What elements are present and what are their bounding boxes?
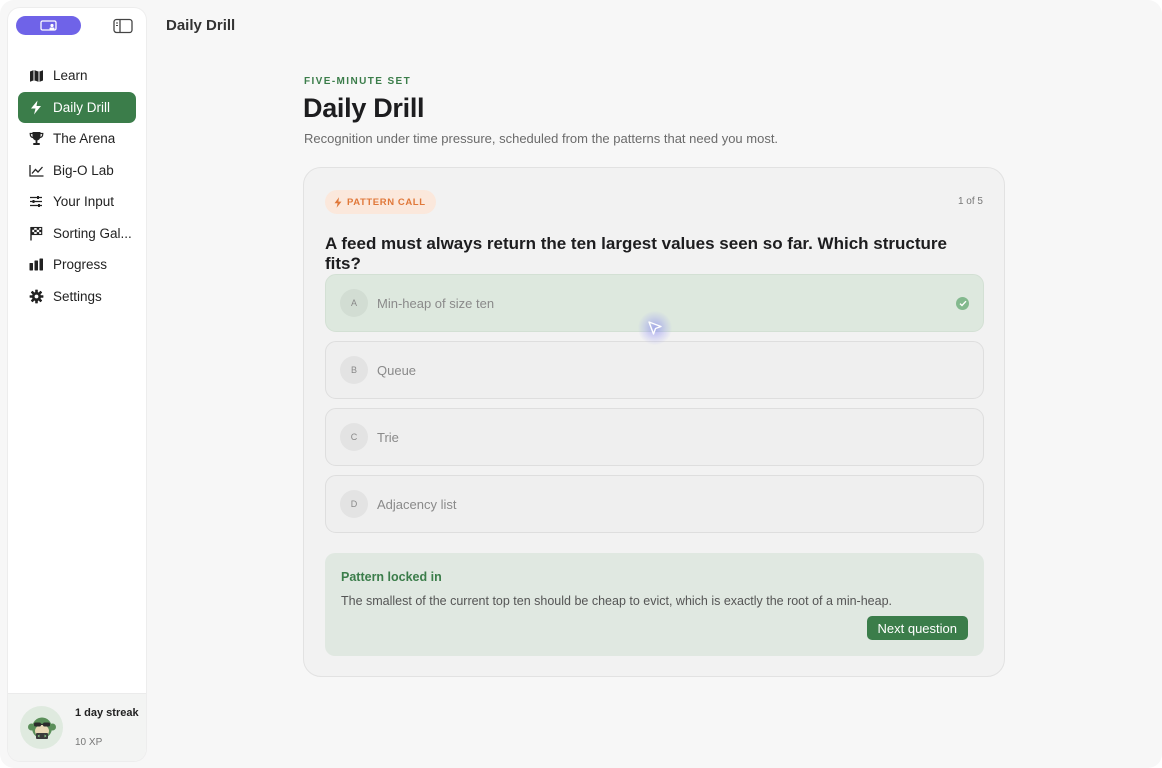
sidebar-item-daily-drill[interactable]: Daily Drill [18,91,136,123]
option-text: Min-heap of size ten [377,295,495,311]
bolt-icon [28,99,44,115]
sidebar-item-label: Sorting Gal... [53,225,132,241]
streak-label: 1 day streak [75,707,139,719]
answer-option-c[interactable]: C Trie [325,408,984,466]
question-counter: 1 of 5 [957,196,983,207]
section-eyebrow: FIVE-MINUTE SET [304,76,412,87]
bolt-icon [334,196,342,208]
monkey-coder-icon [27,717,56,739]
line-chart-icon [28,162,44,178]
sidebar-item-label: Daily Drill [53,99,110,115]
question-card: PATTERN CALL 1 of 5 A feed must always r… [303,167,1005,677]
next-question-button[interactable]: Next question [866,616,968,640]
sidebar-item-big-o-lab[interactable]: Big-O Lab [18,155,136,187]
sliders-icon [28,194,44,210]
page-title: Daily Drill [303,93,425,123]
question-type-label: PATTERN CALL [347,196,426,208]
option-letter: C [340,423,368,451]
check-circle-icon [956,297,969,310]
sidebar-toolbar [16,16,140,38]
option-letter: B [340,356,368,384]
window-title: Daily Drill [166,17,236,34]
option-text: Queue [377,362,417,378]
question-text: A feed must always return the ten larges… [325,234,947,273]
feedback-panel: Pattern locked in The smallest of the cu… [325,553,984,656]
app-window: Learn Daily Drill The Arena Big-O Lab Yo… [0,0,1162,768]
pointer-cursor [638,311,672,345]
page-subtitle: Recognition under time pressure, schedul… [304,131,779,146]
map-icon [28,68,44,84]
gear-icon [28,288,44,304]
xp-label: 10 XP [75,737,103,748]
sidebar-nav: Learn Daily Drill The Arena Big-O Lab Yo… [18,60,136,312]
sidebar-toggle-button[interactable] [113,17,133,34]
sidebar-item-the-arena[interactable]: The Arena [18,123,136,155]
monitor-user-icon [39,19,57,31]
user-streak-panel[interactable]: 1 day streak 10 XP [8,693,146,761]
bar-chart-icon [28,257,44,273]
sidebar-item-label: Progress [53,257,108,273]
profile-switch-button[interactable] [16,16,81,35]
sidebar-toggle-icon [113,18,133,33]
sidebar-item-your-input[interactable]: Your Input [18,186,136,218]
option-text: Adjacency list [377,496,457,512]
sidebar-item-progress[interactable]: Progress [18,249,136,281]
feedback-text: The smallest of the current top ten shou… [341,594,892,608]
option-text: Trie [377,429,399,445]
sidebar-item-sorting-gallery[interactable]: Sorting Gal... [18,218,136,250]
sidebar: Learn Daily Drill The Arena Big-O Lab Yo… [8,8,146,761]
sidebar-item-settings[interactable]: Settings [18,281,136,313]
sidebar-item-label: Settings [53,288,102,304]
option-letter: A [340,289,368,317]
checkered-flag-icon [28,225,44,241]
question-type-badge: PATTERN CALL [325,190,436,214]
sidebar-item-label: Your Input [53,194,115,210]
sidebar-item-label: The Arena [53,131,116,147]
sidebar-item-learn[interactable]: Learn [18,60,136,92]
trophy-icon [28,131,44,147]
answer-option-d[interactable]: D Adjacency list [325,475,984,533]
avatar [20,706,63,749]
option-letter: D [340,490,368,518]
feedback-title: Pattern locked in [341,570,442,584]
answer-option-b[interactable]: B Queue [325,341,984,399]
cursor-arrow-icon [648,321,662,335]
sidebar-item-label: Learn [53,68,88,84]
sidebar-item-label: Big-O Lab [53,162,114,178]
